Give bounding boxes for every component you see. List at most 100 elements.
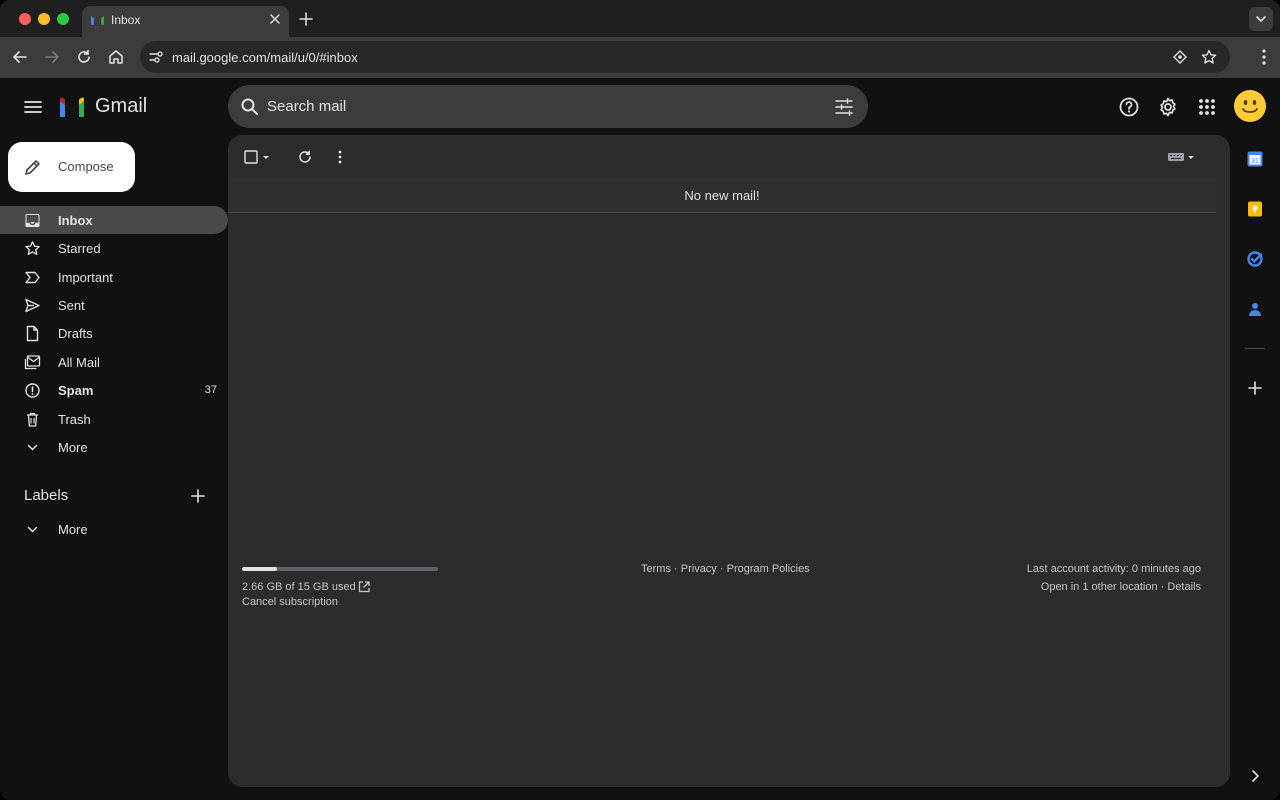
app-name: Gmail [95,95,148,117]
nav-label: Starred [58,241,101,256]
inbox-icon [25,214,40,227]
storage-meter-fill [242,567,277,571]
storage-used-text: 2.66 GB of 15 GB used [242,581,356,593]
address-bar[interactable]: mail.google.com/mail/u/0/#inbox [140,41,1230,73]
nav-item-trash[interactable]: Trash [0,405,228,433]
select-checkbox-icon[interactable] [242,148,260,166]
program-policies-link[interactable]: Program Policies [727,563,810,575]
smiley-face-icon [1235,91,1265,121]
main-menu-icon[interactable] [22,96,44,118]
search-input[interactable]: Search mail [267,98,346,115]
close-window-button[interactable] [19,13,31,25]
footer-separator: · [674,563,678,575]
get-addons-plus-icon[interactable] [1246,379,1264,397]
browser-tab[interactable]: Inbox [82,6,289,37]
footer-links: Terms · Privacy · Program Policies [641,563,810,575]
settings-gear-icon[interactable] [1157,96,1179,118]
more-options-icon[interactable] [331,148,349,166]
nav-label: More [58,440,88,455]
add-label-icon[interactable] [189,487,207,505]
footer-separator: · [719,563,724,575]
chevron-down-icon [27,526,38,533]
browser-toolbar: mail.google.com/mail/u/0/#inbox [0,37,1280,78]
calendar-day: 31 [1251,158,1259,165]
new-tab-icon[interactable] [297,10,315,28]
nav-item-spam[interactable]: Spam 37 [0,376,228,404]
nav-label: Spam [58,383,94,398]
maximize-window-button[interactable] [57,13,69,25]
nav-label: Inbox [58,213,93,228]
chevron-down-icon [27,444,38,451]
select-dropdown-icon[interactable] [261,148,271,166]
send-icon [25,298,40,313]
nav-label: Trash [58,412,91,427]
nav-item-sent[interactable]: Sent [0,291,228,319]
refresh-icon[interactable] [296,148,314,166]
nav-item-drafts[interactable]: Drafts [0,319,228,347]
nav-label: All Mail [58,355,100,370]
tasks-icon[interactable] [1246,250,1264,268]
labels-heading: Labels [24,487,69,504]
other-location-text: Open in 1 other location [1040,581,1158,593]
show-side-panel-chevron-icon[interactable] [1246,767,1264,785]
search-options-icon[interactable] [834,97,854,117]
empty-inbox-message: No new mail! [684,188,760,203]
keep-icon[interactable] [1246,200,1264,218]
account-avatar[interactable] [1234,90,1266,122]
trash-icon [27,412,38,427]
search-icon[interactable] [240,97,259,116]
apps-grid-icon[interactable] [1196,96,1218,118]
spam-count-badge: 37 [204,384,217,396]
lens-icon[interactable] [1172,49,1188,65]
home-icon[interactable] [106,47,126,67]
input-tools-keyboard-icon[interactable] [1166,148,1196,166]
draft-icon [26,325,39,342]
nav-item-important[interactable]: Important [0,263,228,291]
contacts-icon[interactable] [1246,300,1264,318]
search-bar[interactable]: Search mail [228,85,868,128]
important-icon [25,271,40,284]
cancel-subscription-link[interactable]: Cancel subscription [242,596,338,608]
details-link[interactable]: Details [1167,581,1201,593]
rail-divider [1245,348,1265,349]
nav-item-starred[interactable]: Starred [0,234,228,262]
account-activity-line: Last account activity: 0 minutes ago [1026,563,1201,575]
nav-label: Sent [58,298,85,313]
footer-separator: · [1160,581,1165,593]
close-tab-icon[interactable] [268,12,282,26]
compose-button[interactable]: Compose [8,142,135,192]
storage-meter [242,567,438,571]
compose-label: Compose [58,159,114,174]
bookmark-star-icon[interactable] [1201,49,1217,65]
help-icon[interactable] [1118,96,1140,118]
nav-label: Important [58,270,113,285]
terms-link[interactable]: Terms [641,563,671,575]
chevron-down-icon [1256,16,1266,23]
labels-more[interactable]: More [0,515,228,543]
tab-search-button[interactable] [1249,7,1273,31]
gmail-logo-icon[interactable] [58,96,86,117]
minimize-window-button[interactable] [38,13,50,25]
nav-item-inbox[interactable]: Inbox [0,206,228,234]
reload-icon[interactable] [74,47,94,67]
star-icon [25,241,40,255]
external-link-icon[interactable] [357,580,371,594]
all-mail-icon [24,355,41,370]
nav-item-all-mail[interactable]: All Mail [0,348,228,376]
privacy-link[interactable]: Privacy [681,563,717,575]
gmail-favicon-icon [91,16,104,25]
nav-item-more[interactable]: More [0,433,228,461]
calendar-icon[interactable]: 31 [1246,150,1264,168]
back-icon[interactable] [10,47,30,67]
pencil-icon [25,160,40,175]
site-info-icon[interactable] [148,49,164,65]
spam-icon [25,383,40,398]
tab-title: Inbox [111,13,141,27]
account-activity-details: Open in 1 other location · Details [1041,581,1201,593]
browser-window: Inbox mail.google.com/mail/u/0/#inbox Gm… [0,0,1280,800]
browser-menu-icon[interactable] [1262,48,1266,66]
url-text: mail.google.com/mail/u/0/#inbox [172,50,358,65]
forward-icon[interactable] [42,47,62,67]
labels-more-label: More [58,522,88,537]
mail-list-panel: No new mail! 2.66 GB of 15 GB used Cance… [228,135,1230,787]
